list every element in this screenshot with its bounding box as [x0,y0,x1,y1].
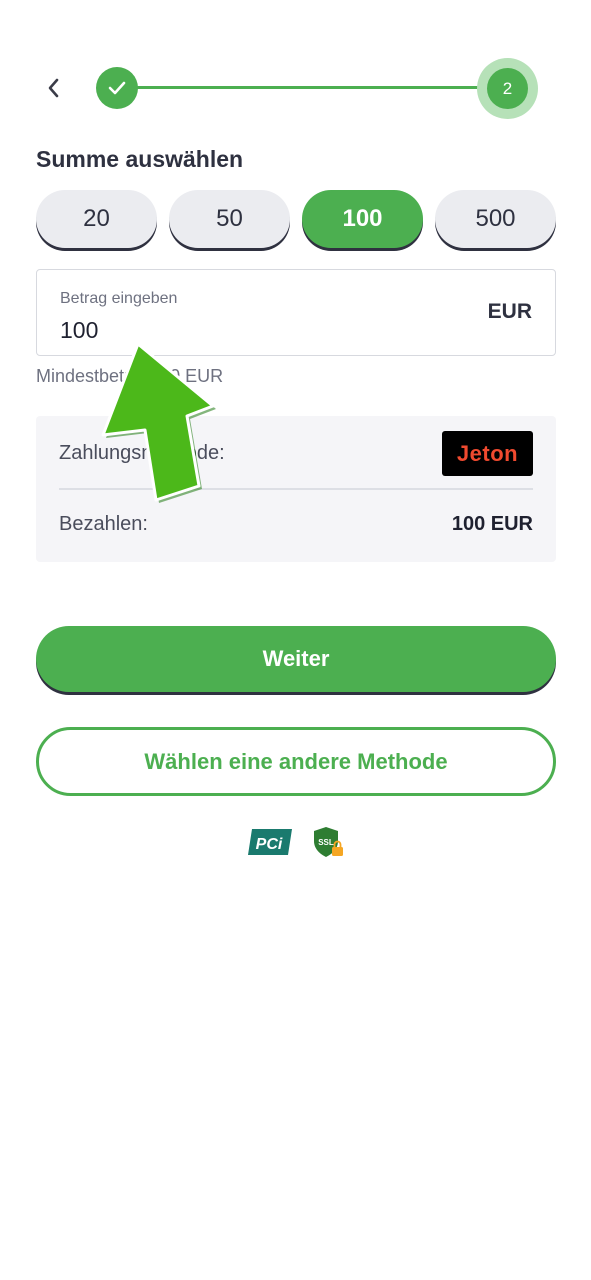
amount-field-label: Betrag eingeben [60,290,178,307]
page-title: Summe auswählen [36,146,244,172]
jeton-logo: Jeton [442,431,533,476]
continue-button[interactable]: Weiter [36,626,556,692]
tutorial-arrow-icon [101,342,216,503]
amount-chips: 20 50 100 500 [36,190,556,250]
ssl-text: SSL [318,838,334,847]
ssl-badge-icon: SSL [314,827,343,857]
chevron-left-icon [48,78,59,98]
pci-text: PCi [256,836,283,853]
amount-chip-100[interactable]: 100 [302,190,423,248]
pay-amount: 100 EUR [451,513,533,535]
pay-label: Bezahlen: [59,513,148,535]
step-1-completed [96,67,138,109]
deposit-amount-screen: 2 Summe auswählen 20 50 100 500 Betrag e… [0,0,591,1280]
back-button[interactable] [38,72,70,104]
amount-chip-20[interactable]: 20 [36,190,157,248]
amount-chip-50[interactable]: 50 [169,190,290,248]
checkmark-icon [108,81,126,95]
stepper-progress-line [117,86,507,89]
step-2-current: 2 [487,68,528,109]
currency-label: EUR [487,300,532,323]
pci-badge-icon: PCi [248,829,292,855]
choose-other-method-button[interactable]: Wählen eine andere Methode [36,727,556,796]
amount-chip-500[interactable]: 500 [435,190,556,248]
